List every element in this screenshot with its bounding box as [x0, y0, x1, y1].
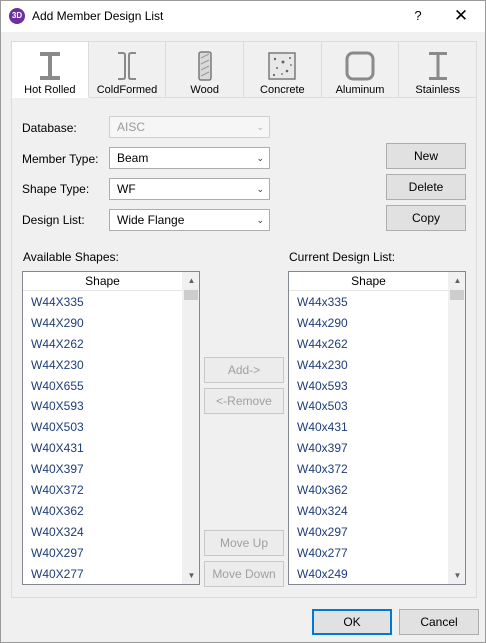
- chevron-down-icon: ⌄: [256, 122, 264, 132]
- list-item[interactable]: W44X290: [23, 313, 182, 334]
- design-list-value: Wide Flange: [117, 213, 185, 227]
- database-dropdown[interactable]: AISC ⌄: [109, 116, 270, 138]
- list-item[interactable]: W40x249: [289, 564, 448, 584]
- tab-coldformed[interactable]: ColdFormed: [88, 41, 167, 98]
- scroll-up-icon[interactable]: ▲: [449, 272, 465, 289]
- copy-button[interactable]: Copy: [386, 205, 466, 231]
- move-up-button[interactable]: Move Up: [204, 530, 284, 556]
- list-item[interactable]: W40x431: [289, 417, 448, 438]
- available-shapes-list[interactable]: Shape W44X335 W44X290 W44X262 W44X230 W4…: [22, 271, 200, 585]
- shape-type-value: WF: [117, 182, 136, 196]
- current-design-list[interactable]: Shape W44x335 W44x290 W44x262 W44x230 W4…: [288, 271, 466, 585]
- column-header-shape[interactable]: Shape: [289, 272, 448, 291]
- tab-label: Hot Rolled: [24, 84, 76, 96]
- close-button[interactable]: ✕: [448, 4, 474, 28]
- member-type-value: Beam: [117, 151, 149, 165]
- delete-button[interactable]: Delete: [386, 174, 466, 200]
- i-beam-icon: [39, 52, 60, 80]
- list-item[interactable]: W44X262: [23, 334, 182, 355]
- list-item[interactable]: W44X230: [23, 355, 182, 376]
- list-item[interactable]: W44x230: [289, 355, 448, 376]
- list-item[interactable]: W40X324: [23, 522, 182, 543]
- chevron-down-icon: ⌄: [256, 153, 264, 163]
- list-item[interactable]: W40X655: [23, 376, 182, 397]
- list-item[interactable]: W40X372: [23, 480, 182, 501]
- list-item[interactable]: W40x372: [289, 459, 448, 480]
- move-down-button[interactable]: Move Down: [204, 561, 284, 587]
- design-list-dropdown[interactable]: Wide Flange ⌄: [109, 209, 270, 231]
- concrete-icon: [268, 52, 297, 80]
- tab-label: Wood: [190, 84, 219, 96]
- list-item[interactable]: W40X593: [23, 396, 182, 417]
- scroll-thumb[interactable]: [184, 290, 198, 300]
- chevron-down-icon: ⌄: [256, 184, 264, 194]
- cancel-button[interactable]: Cancel: [399, 609, 479, 635]
- scroll-down-icon[interactable]: ▼: [449, 567, 465, 584]
- material-tabs: Hot Rolled ColdFormed Wood Concrete Alum…: [11, 41, 478, 99]
- list-item[interactable]: W40x593: [289, 376, 448, 397]
- tab-aluminum[interactable]: Aluminum: [321, 41, 400, 98]
- list-item[interactable]: W40x324: [289, 501, 448, 522]
- tab-label: Aluminum: [335, 84, 385, 96]
- list-item[interactable]: W44x290: [289, 313, 448, 334]
- help-button[interactable]: ?: [407, 5, 429, 27]
- ok-button[interactable]: OK: [312, 609, 392, 635]
- window-title: Add Member Design List: [32, 9, 164, 23]
- database-label: Database:: [22, 121, 77, 135]
- new-button[interactable]: New: [386, 143, 466, 169]
- list-item[interactable]: W40X297: [23, 543, 182, 564]
- add-button[interactable]: Add->: [204, 357, 284, 383]
- list-item[interactable]: W44X335: [23, 292, 182, 313]
- available-scrollbar[interactable]: ▲ ▼: [182, 272, 199, 584]
- list-item[interactable]: W40X277: [23, 564, 182, 584]
- database-value: AISC: [117, 120, 146, 134]
- tab-concrete[interactable]: Concrete: [244, 41, 322, 98]
- scroll-down-icon[interactable]: ▼: [183, 567, 199, 584]
- list-item[interactable]: W40x397: [289, 438, 448, 459]
- tab-label: Stainless: [415, 84, 461, 96]
- list-item[interactable]: W40x362: [289, 480, 448, 501]
- list-item[interactable]: W40x277: [289, 543, 448, 564]
- current-scrollbar[interactable]: ▲ ▼: [448, 272, 465, 584]
- chevron-down-icon: ⌄: [256, 215, 264, 225]
- shape-type-dropdown[interactable]: WF ⌄: [109, 178, 270, 200]
- aluminum-icon: [345, 51, 375, 81]
- tab-wood[interactable]: Wood: [166, 41, 245, 98]
- app-logo-icon: 3D: [9, 8, 25, 24]
- available-shapes-label: Available Shapes:: [23, 250, 119, 264]
- stainless-icon: [428, 52, 447, 80]
- add-member-design-list-dialog: 3D Add Member Design List ? ✕ Hot Rolled…: [0, 0, 486, 643]
- wood-icon: [197, 51, 212, 81]
- list-item[interactable]: W44x262: [289, 334, 448, 355]
- cold-formed-icon: [118, 52, 136, 80]
- list-item[interactable]: W40X431: [23, 438, 182, 459]
- tab-label: ColdFormed: [96, 84, 158, 96]
- list-item[interactable]: W44x335: [289, 292, 448, 313]
- title-bar: 3D Add Member Design List ? ✕: [1, 1, 485, 32]
- column-header-shape[interactable]: Shape: [23, 272, 182, 291]
- list-item[interactable]: W40X362: [23, 501, 182, 522]
- tab-label: Concrete: [260, 84, 305, 96]
- scroll-thumb[interactable]: [450, 290, 464, 300]
- design-list-label: Design List:: [22, 213, 85, 227]
- list-item[interactable]: W40X397: [23, 459, 182, 480]
- member-type-dropdown[interactable]: Beam ⌄: [109, 147, 270, 169]
- tab-hot-rolled[interactable]: Hot Rolled: [11, 41, 89, 98]
- member-type-label: Member Type:: [22, 152, 99, 166]
- list-item[interactable]: W40x503: [289, 396, 448, 417]
- tab-stainless[interactable]: Stainless: [399, 41, 478, 98]
- list-item[interactable]: W40x297: [289, 522, 448, 543]
- scroll-up-icon[interactable]: ▲: [183, 272, 199, 289]
- remove-button[interactable]: <-Remove: [204, 388, 284, 414]
- current-design-list-label: Current Design List:: [289, 250, 396, 264]
- shape-type-label: Shape Type:: [22, 182, 90, 196]
- list-item[interactable]: W40X503: [23, 417, 182, 438]
